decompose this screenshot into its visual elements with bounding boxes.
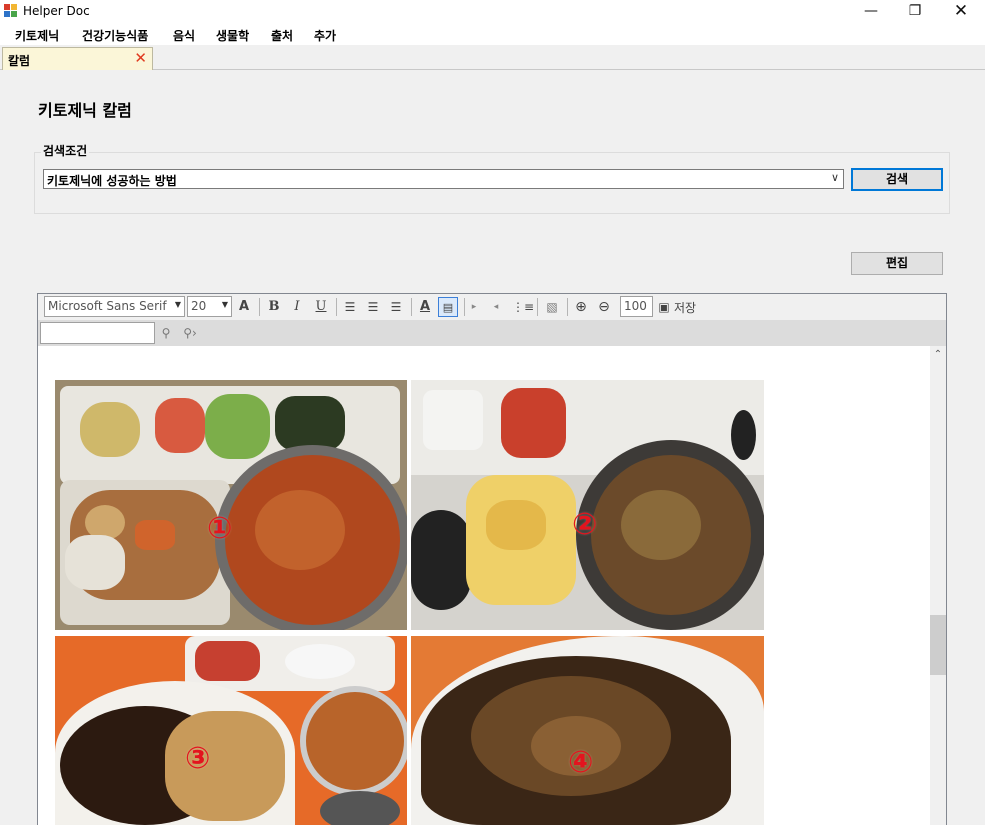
minimize-icon[interactable]: —	[848, 0, 894, 23]
indent-icon[interactable]: ▸	[464, 297, 484, 317]
font-size-select[interactable]: 20 ▼	[187, 296, 232, 317]
chevron-up-icon[interactable]: ⌃	[930, 346, 946, 363]
search-combo[interactable]: 키토제닉에 성공하는 방법 ∨	[43, 169, 844, 189]
align-left-icon[interactable]: ☰	[340, 297, 360, 317]
menu-item-add[interactable]: 추가	[314, 27, 336, 44]
rich-text-editor: Microsoft Sans Serif ▼ 20 ▼ A B I U ☰ ☰ …	[37, 293, 947, 825]
menu-item-health-food[interactable]: 건강기능식품	[82, 27, 148, 44]
close-icon[interactable]: ✕	[938, 0, 984, 23]
font-family-value: Microsoft Sans Serif	[48, 299, 167, 313]
font-size-value: 20	[191, 299, 207, 313]
menu-bar: 키토제닉 건강기능식품 음식 생물학 출처 추가	[0, 23, 985, 45]
food-photo-1: ①	[55, 380, 407, 630]
chevron-down-icon[interactable]: ∨	[831, 171, 839, 184]
highlight-icon[interactable]: ▤	[438, 297, 458, 317]
page-title: 키토제닉 칼럼	[38, 101, 132, 120]
menu-item-food[interactable]: 음식	[173, 27, 195, 44]
editor-toolbar: Microsoft Sans Serif ▼ 20 ▼ A B I U ☰ ☰ …	[38, 294, 946, 320]
zoom-out-icon[interactable]: ⊖	[594, 297, 614, 317]
tab-column[interactable]: 칼럼 ✕	[2, 47, 153, 70]
app-icon	[4, 4, 18, 18]
bullet-list-icon[interactable]: ⋮≡	[512, 297, 534, 317]
photo-label-4: ④	[568, 745, 594, 780]
align-center-icon[interactable]: ☰	[363, 297, 383, 317]
save-label[interactable]: 저장	[674, 299, 696, 316]
vertical-scrollbar[interactable]: ⌃	[930, 346, 946, 825]
photo-label-1: ①	[207, 511, 233, 546]
menu-item-keto[interactable]: 키토제닉	[15, 27, 59, 44]
find-icon[interactable]: ⚲	[156, 323, 176, 343]
search-group-label: 검색조건	[41, 142, 90, 159]
search-button[interactable]: 검색	[851, 168, 943, 191]
text-color-icon[interactable]: A	[415, 297, 435, 317]
tab-strip: 칼럼 ✕	[0, 45, 985, 70]
food-photo-3: ③	[55, 636, 407, 825]
tab-label: 칼럼	[8, 54, 31, 68]
scrollbar-thumb[interactable]	[930, 615, 946, 675]
close-icon[interactable]: ✕	[134, 50, 147, 67]
search-combo-value: 키토제닉에 성공하는 방법	[47, 174, 177, 188]
menu-item-source[interactable]: 출처	[271, 27, 293, 44]
restore-icon[interactable]: ❐	[892, 0, 938, 23]
photo-label-2: ②	[572, 507, 598, 542]
chevron-down-icon: ▼	[221, 300, 228, 309]
food-photo-2: ②	[411, 380, 764, 630]
bold-icon[interactable]: B	[264, 297, 284, 317]
editor-content[interactable]: ① ② ③ ④	[38, 346, 930, 825]
font-color-icon[interactable]: A	[234, 297, 254, 317]
title-bar: Helper Doc — ❐ ✕	[0, 0, 985, 23]
edit-button[interactable]: 편집	[851, 252, 943, 275]
insert-image-icon[interactable]: ▧	[542, 297, 562, 317]
menu-item-biology[interactable]: 생물학	[216, 27, 249, 44]
align-right-icon[interactable]: ☰	[386, 297, 406, 317]
italic-icon[interactable]: I	[287, 297, 307, 317]
zoom-in-icon[interactable]: ⊕	[571, 297, 591, 317]
food-photo-4: ④	[411, 636, 764, 825]
zoom-input[interactable]: 100	[620, 296, 653, 317]
find-toolbar: ⚲ ⚲›	[38, 320, 946, 346]
photo-label-3: ③	[185, 741, 211, 776]
find-next-icon[interactable]: ⚲›	[180, 323, 200, 343]
window-title: Helper Doc	[23, 4, 90, 18]
save-icon[interactable]: ▣	[654, 297, 674, 317]
font-family-select[interactable]: Microsoft Sans Serif ▼	[44, 296, 185, 317]
chevron-down-icon: ▼	[174, 300, 181, 309]
find-input[interactable]	[40, 322, 155, 344]
outdent-icon[interactable]: ◂	[486, 297, 506, 317]
underline-icon[interactable]: U	[311, 297, 331, 317]
